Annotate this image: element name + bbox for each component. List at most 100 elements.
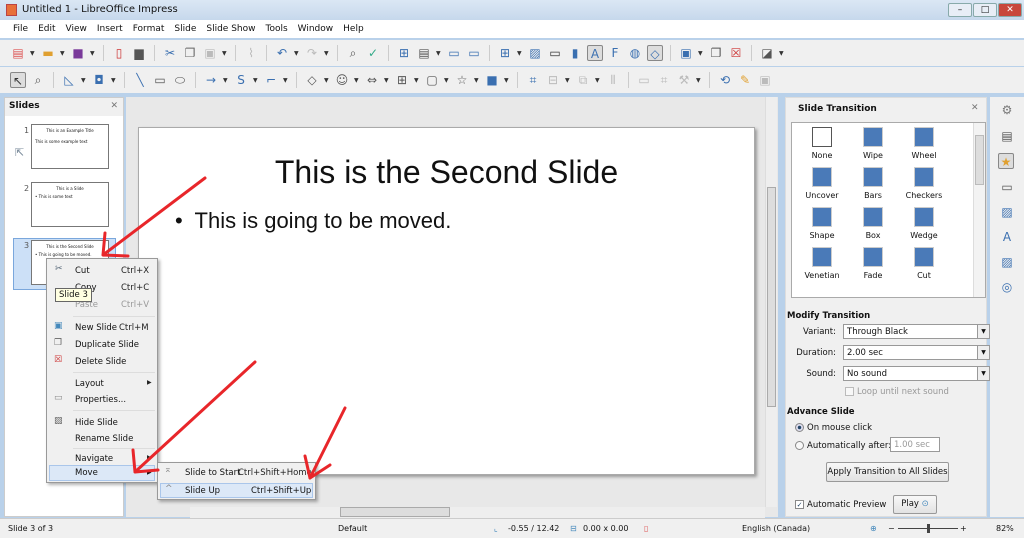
dropdown-icon[interactable]: ▼	[111, 77, 117, 84]
close-slides-panel-icon[interactable]: ✕	[110, 101, 118, 111]
master-slides-tab-icon[interactable]: ▭	[999, 179, 1015, 195]
undo-icon[interactable]: ↶	[274, 45, 290, 61]
language[interactable]: English (Canada)	[742, 524, 810, 533]
maximize-button[interactable]: □	[973, 3, 997, 17]
dropdown-icon[interactable]: ▼	[223, 77, 229, 84]
slide-title[interactable]: This is the Second Slide	[139, 154, 754, 191]
close-deck-icon[interactable]: ✕	[971, 103, 979, 113]
chart-icon[interactable]: ▮	[567, 45, 583, 61]
transition-cut[interactable]: Cut	[899, 247, 949, 280]
cut-icon[interactable]: ✂	[162, 45, 178, 61]
zoom-out-button[interactable]: −	[888, 524, 895, 533]
menu-item-cut[interactable]: Cut	[75, 266, 90, 276]
glue-points-icon[interactable]: ✎	[737, 72, 753, 88]
dropdown-icon[interactable]: ▼	[30, 50, 36, 57]
table-icon[interactable]: ⊞	[497, 45, 513, 61]
copy-icon[interactable]: ❐	[182, 45, 198, 61]
display-views-icon[interactable]: ▤	[416, 45, 432, 61]
dropdown-icon[interactable]: ▼	[294, 50, 300, 57]
stars-icon[interactable]: ☆	[454, 72, 470, 88]
dropdown-icon[interactable]: ▼	[696, 77, 702, 84]
menu-file[interactable]: File	[8, 20, 33, 38]
custom-animation-tab-icon[interactable]: ▨	[999, 204, 1015, 220]
transition-shape[interactable]: Shape	[797, 207, 847, 240]
menu-item-duplicate-slide[interactable]: Duplicate Slide	[75, 340, 139, 350]
menu-item-delete-slide[interactable]: Delete Slide	[75, 357, 126, 367]
distribute-icon[interactable]: ⫴	[605, 72, 621, 88]
transition-venetian[interactable]: Venetian	[797, 247, 847, 280]
menu-item-slide-to-start[interactable]: Slide to Start	[185, 468, 240, 478]
save-icon[interactable]: ■	[70, 45, 86, 61]
shadow-icon[interactable]: ▭	[636, 72, 652, 88]
dropdown-icon[interactable]: ▼	[324, 50, 330, 57]
zoom-slider-thumb[interactable]	[927, 524, 930, 533]
properties-tab-icon[interactable]: ▤	[999, 128, 1015, 144]
basic-shapes-icon[interactable]: ◇	[304, 72, 320, 88]
export-pdf-icon[interactable]: ▯	[111, 45, 127, 61]
dropdown-icon[interactable]: ▼	[444, 77, 450, 84]
dropdown-icon[interactable]: ▼	[354, 77, 360, 84]
dropdown-icon[interactable]: ▼	[253, 77, 259, 84]
dropdown-icon[interactable]: ▼	[384, 77, 390, 84]
menu-tools[interactable]: Tools	[260, 20, 292, 38]
block-arrows-icon[interactable]: ⇔	[364, 72, 380, 88]
menu-slide-show[interactable]: Slide Show	[201, 20, 260, 38]
align-icon[interactable]: ⊟	[545, 72, 561, 88]
fill-color-icon[interactable]: ◘	[91, 72, 107, 88]
dropdown-icon[interactable]: ▼	[283, 77, 289, 84]
menu-item-properties[interactable]: Properties...	[75, 395, 126, 405]
menu-window[interactable]: Window	[293, 20, 339, 38]
dropdown-icon[interactable]: ▼	[324, 77, 330, 84]
menu-item-navigate[interactable]: Navigate	[75, 454, 113, 464]
spelling-icon[interactable]: ✓	[365, 45, 381, 61]
arrange-icon[interactable]: ⧉	[575, 72, 591, 88]
transition-box[interactable]: Box	[848, 207, 898, 240]
fontwork-icon[interactable]: F	[607, 45, 623, 61]
points-icon[interactable]: ⌗	[525, 72, 541, 88]
dropdown-icon[interactable]: ▼	[436, 50, 442, 57]
automatically-after-radio[interactable]	[795, 441, 804, 450]
3d-objects-icon[interactable]: ■	[484, 72, 500, 88]
apply-to-all-slides-button[interactable]: Apply Transition to All Slides	[826, 462, 949, 482]
dropdown-icon[interactable]: ▼	[90, 50, 96, 57]
slide-transition-tab-icon[interactable]: ★	[998, 153, 1014, 169]
grid-icon[interactable]: ⊞	[396, 45, 412, 61]
draw-functions-icon[interactable]: ◇	[647, 45, 663, 61]
gallery-scrollbar[interactable]	[973, 123, 985, 297]
filter-icon[interactable]: ⚒	[676, 72, 692, 88]
menu-slide[interactable]: Slide	[169, 20, 201, 38]
new-icon[interactable]: ▤	[10, 45, 26, 61]
zoom-in-button[interactable]: +	[960, 524, 967, 533]
play-button[interactable]: Play ⊙	[893, 495, 937, 514]
menu-item-layout[interactable]: Layout	[75, 379, 104, 389]
transition-wipe[interactable]: Wipe	[848, 127, 898, 160]
clone-formatting-icon[interactable]: ⌇	[243, 45, 259, 61]
menu-edit[interactable]: Edit	[33, 20, 60, 38]
dropdown-icon[interactable]: ▼	[698, 50, 704, 57]
variant-select[interactable]: Through Black ▼	[843, 324, 990, 339]
symbol-shapes-icon[interactable]: ☺	[334, 72, 350, 88]
navigator-tab-icon[interactable]: ◎	[999, 279, 1015, 295]
slide-thumbnail-2[interactable]: This is a Slide • This is some text	[31, 182, 109, 227]
duplicate-slide-icon[interactable]: ❐	[708, 45, 724, 61]
callouts-icon[interactable]: ▢	[424, 72, 440, 88]
sidebar-settings-icon[interactable]: ⚙	[999, 102, 1015, 118]
paste-icon[interactable]: ▣	[202, 45, 218, 61]
transition-wheel[interactable]: Wheel	[899, 127, 949, 160]
dropdown-icon[interactable]: ▼	[595, 77, 601, 84]
menu-item-new-slide[interactable]: New Slide	[75, 323, 117, 333]
flowchart-icon[interactable]: ⊞	[394, 72, 410, 88]
slide-bullet[interactable]: • This is going to be moved.	[175, 208, 451, 234]
curve-icon[interactable]: S	[233, 72, 249, 88]
master-slide-icon[interactable]: ▭	[446, 45, 462, 61]
select-icon[interactable]: ↖	[10, 72, 26, 88]
image-icon[interactable]: ▨	[527, 45, 543, 61]
styles-tab-icon[interactable]: A	[999, 229, 1015, 245]
menu-view[interactable]: View	[61, 20, 92, 38]
menu-insert[interactable]: Insert	[92, 20, 128, 38]
transition-wedge[interactable]: Wedge	[899, 207, 949, 240]
horizontal-scrollbar[interactable]	[190, 507, 765, 518]
duration-select[interactable]: 2.00 sec ▼	[843, 345, 990, 360]
print-icon[interactable]: ▆	[131, 45, 147, 61]
arrow-icon[interactable]: →	[203, 72, 219, 88]
